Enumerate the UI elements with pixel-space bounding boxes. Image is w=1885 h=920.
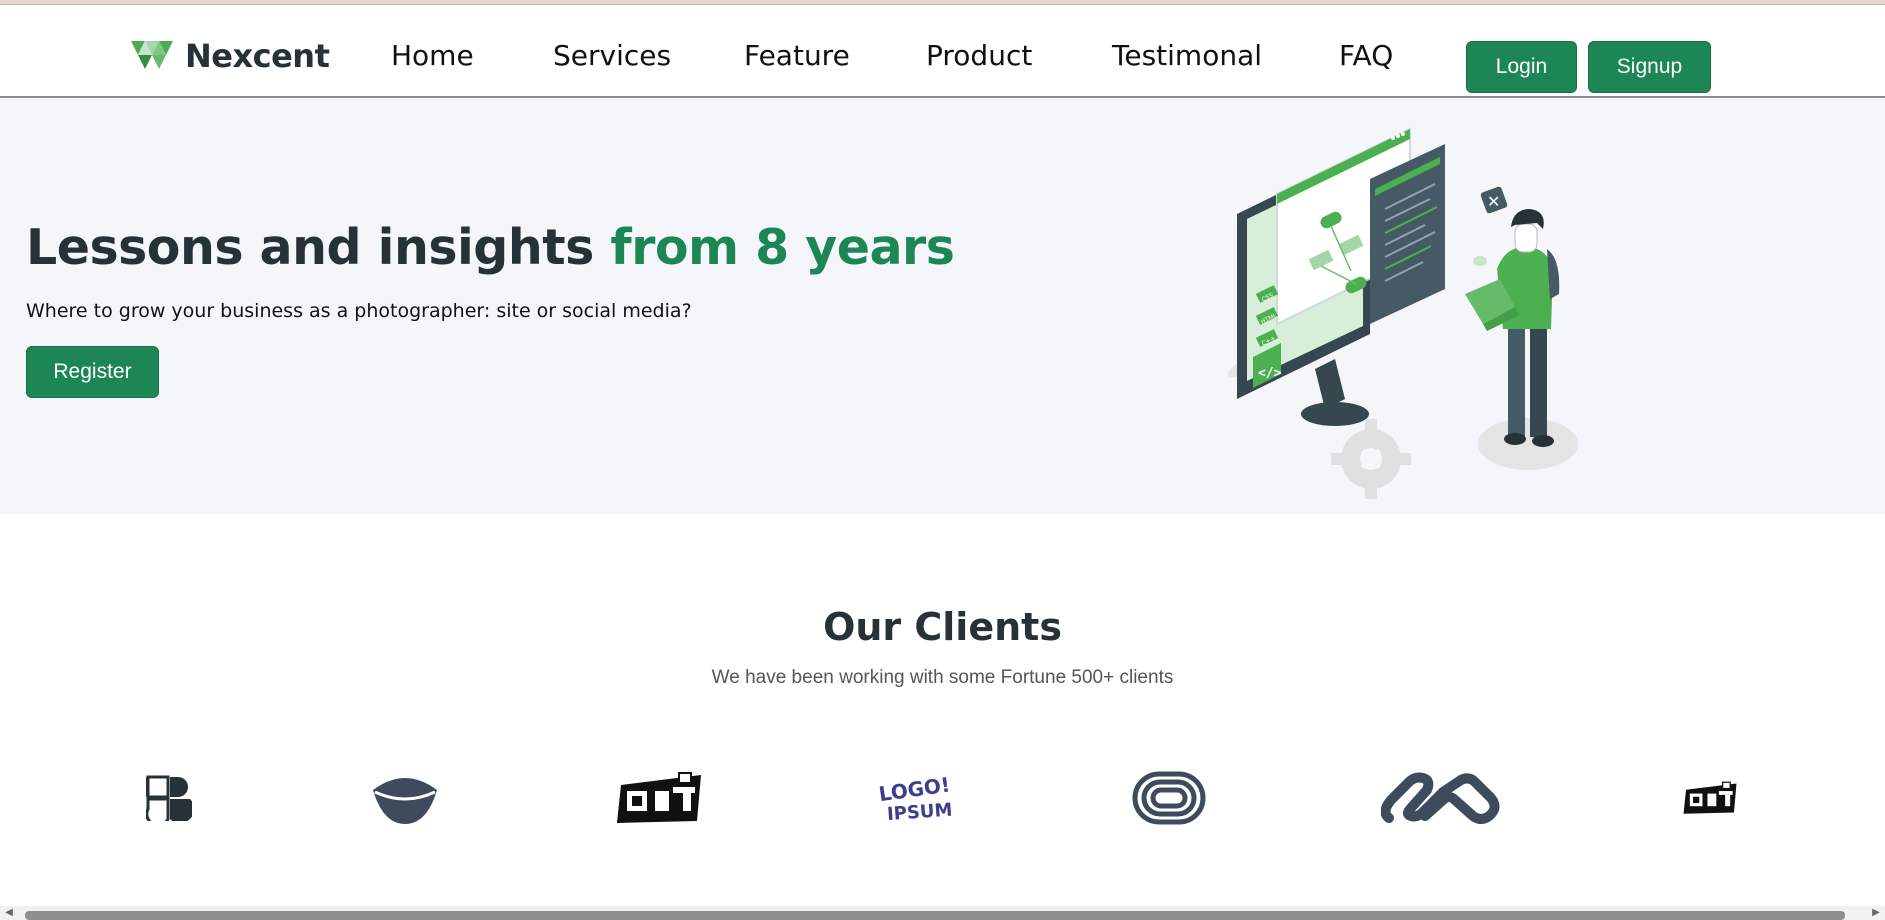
client-logo-4-line2: IPSUM xyxy=(886,800,953,824)
clients-subtitle: We have been working with some Fortune 5… xyxy=(711,667,1174,688)
nav-faq[interactable]: FAQ xyxy=(1339,33,1393,79)
nav-testimonal[interactable]: Testimonal xyxy=(1112,33,1262,79)
scrollbar-thumb[interactable] xyxy=(25,911,1845,920)
client-logo-6-icon xyxy=(1381,772,1500,824)
scroll-left-icon[interactable]: ◀ xyxy=(2,906,16,920)
svg-text:✕: ✕ xyxy=(1487,192,1500,211)
client-logo-1-icon xyxy=(146,775,192,821)
gear-icon xyxy=(1331,419,1411,499)
clients-title: Our Clients xyxy=(823,605,1062,649)
client-logo-3-icon xyxy=(617,772,701,823)
navbar: Nexcent Home Services Feature Product Te… xyxy=(0,5,1885,98)
hero-subtitle: Where to grow your business as a photogr… xyxy=(26,300,692,322)
hero-title-main: Lessons and insights xyxy=(26,219,611,276)
register-button[interactable]: Register xyxy=(26,346,159,398)
client-logo-6 xyxy=(1380,765,1508,831)
client-logo-7 xyxy=(1680,765,1740,831)
scroll-right-icon[interactable]: ▶ xyxy=(1869,906,1883,920)
client-logo-4-icon: LOGO! IPSUM xyxy=(877,772,953,824)
nav-product[interactable]: Product xyxy=(926,33,1032,79)
client-logo-2 xyxy=(368,765,442,831)
login-button[interactable]: Login xyxy=(1466,41,1577,93)
hero-illustration: CSS HTML C++ </> ✕ xyxy=(1227,127,1578,499)
nav-home[interactable]: Home xyxy=(391,33,474,79)
svg-text:</>: </> xyxy=(1258,366,1282,381)
client-logo-5-icon xyxy=(1132,771,1206,825)
nav-services[interactable]: Services xyxy=(553,33,671,79)
signup-button[interactable]: Signup xyxy=(1588,41,1711,93)
hero-title-accent: from 8 years xyxy=(610,219,955,276)
hero-section: Lessons and insights from 8 years Where … xyxy=(0,99,1885,514)
client-logo-3 xyxy=(612,765,706,831)
client-logo-7-icon xyxy=(1683,781,1737,814)
nav-feature[interactable]: Feature xyxy=(744,33,850,79)
hero-title: Lessons and insights from 8 years xyxy=(26,219,955,276)
client-logo-5 xyxy=(1130,765,1208,831)
client-logo-2-icon xyxy=(373,778,437,824)
client-logo-1 xyxy=(145,765,193,831)
client-logo-4: LOGO! IPSUM xyxy=(876,765,958,831)
